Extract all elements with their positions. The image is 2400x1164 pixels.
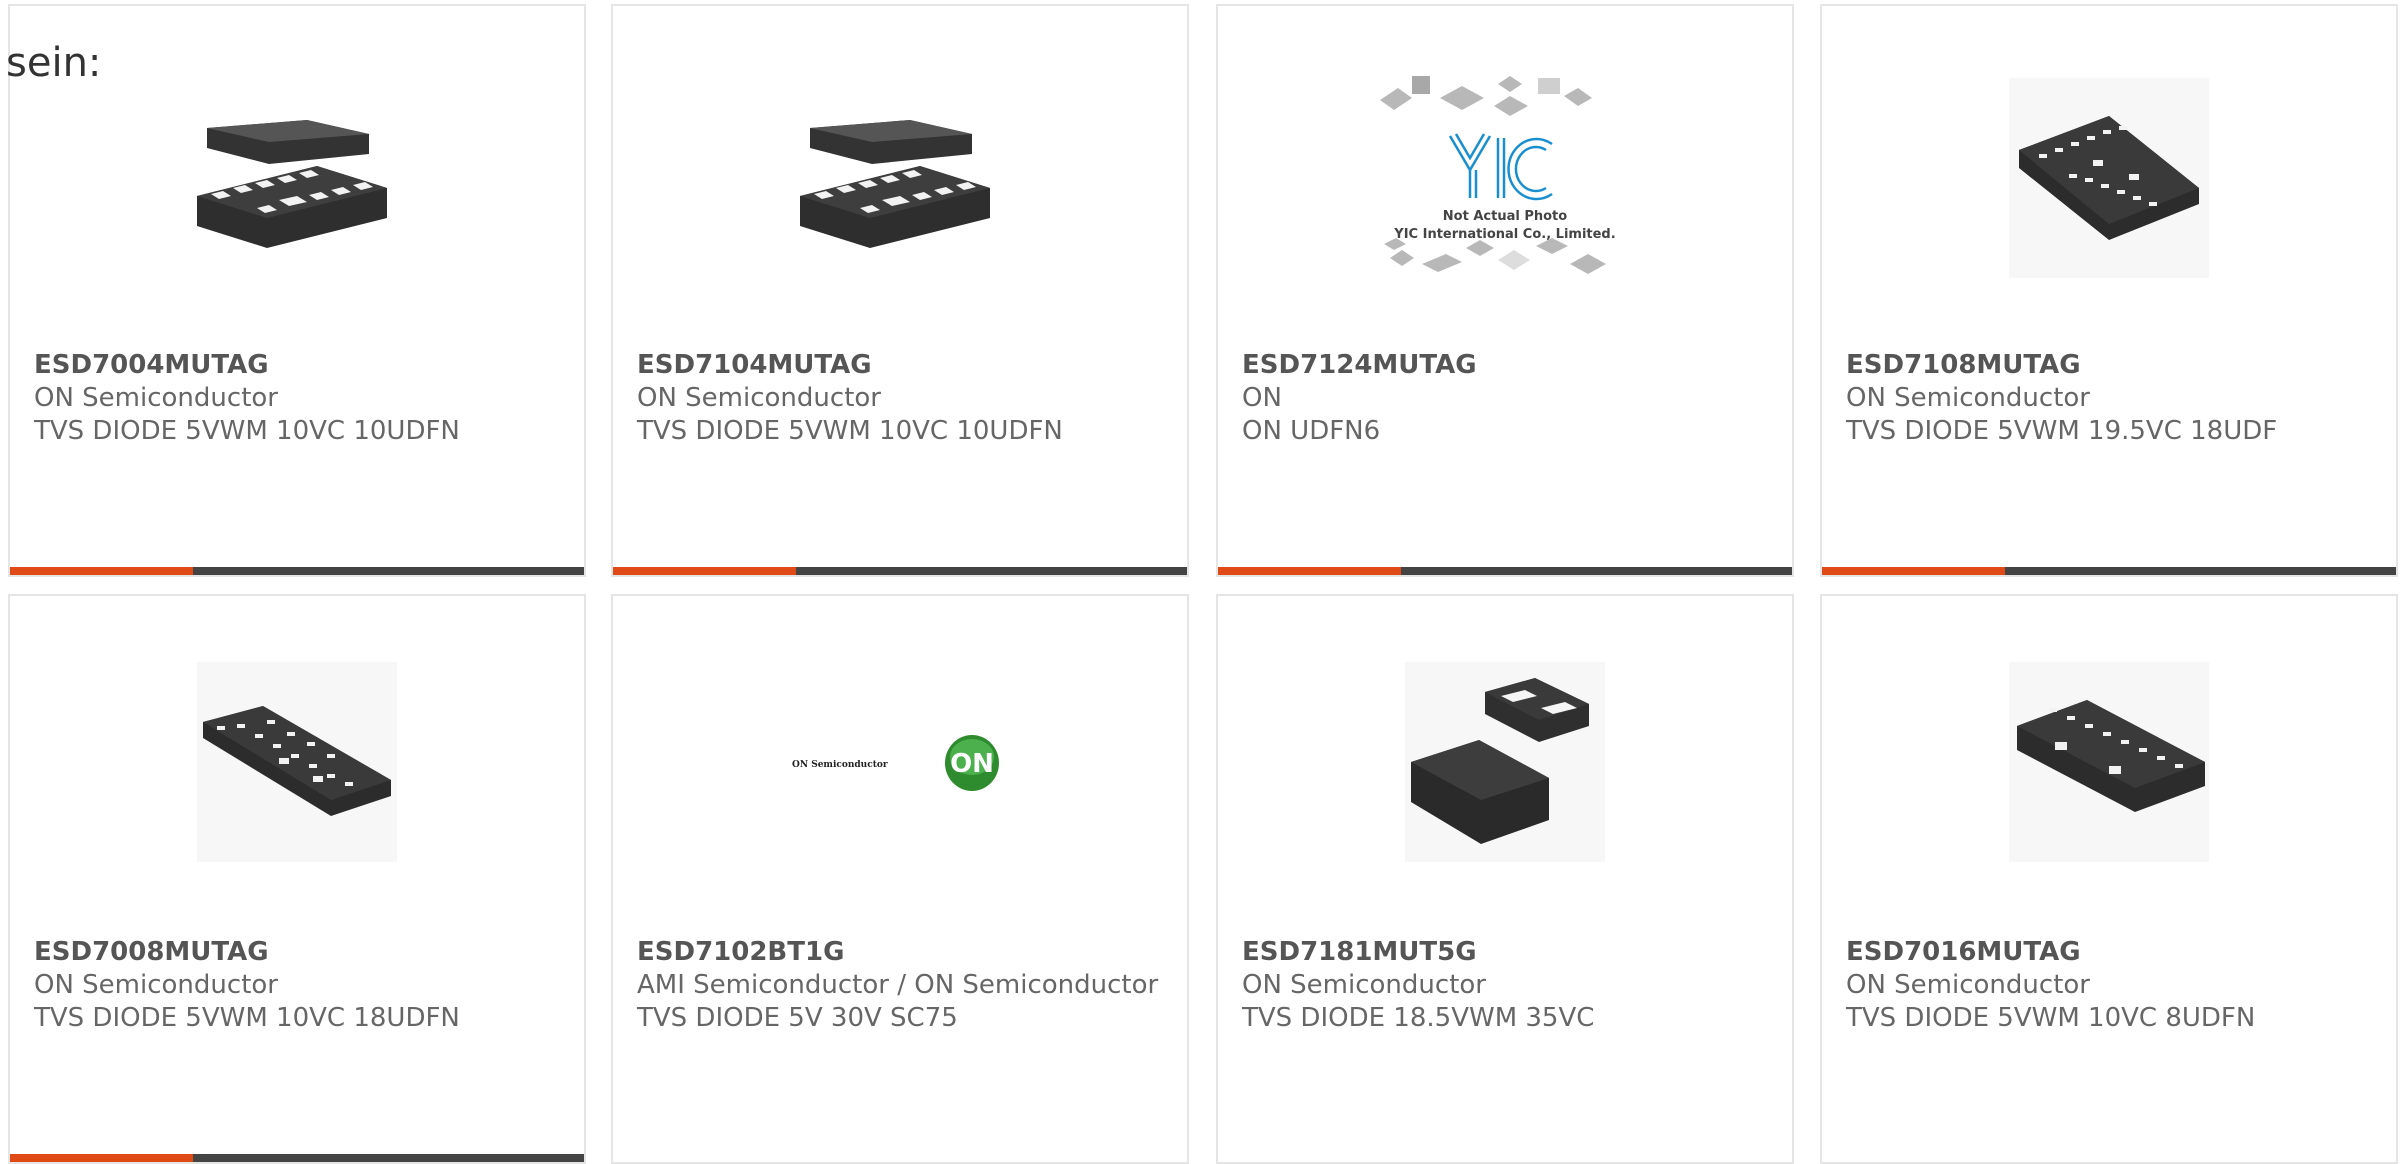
card-bottom-bar [1822, 567, 2396, 575]
description: TVS DIODE 5VWM 19.5VC 18UDF [1846, 416, 2278, 446]
product-card[interactable]: ESD7004MUTAG ON Semiconductor TVS DIODE … [8, 4, 586, 577]
manufacturer: ON [1242, 383, 1282, 413]
description: TVS DIODE 5VWM 10VC 18UDFN [34, 1003, 460, 1033]
manufacturer: ON Semiconductor [34, 383, 278, 413]
card-bar-accent [1822, 567, 2005, 575]
part-number[interactable]: ESD7108MUTAG [1846, 349, 2386, 382]
manufacturer: ON Semiconductor [1846, 970, 2090, 1000]
placeholder-company: YIC International Co., Limited. [1393, 227, 1615, 242]
part-number[interactable]: ESD7016MUTAG [1846, 936, 2386, 969]
part-number[interactable]: ESD7008MUTAG [34, 936, 574, 969]
on-logo-image: ON Semiconductor ON [792, 735, 999, 791]
manufacturer: ON Semiconductor [637, 383, 881, 413]
product-card[interactable]: ESD7104MUTAG ON Semiconductor TVS DIODE … [611, 4, 1189, 577]
two-pad-chip-image [1405, 662, 1605, 862]
description: TVS DIODE 18.5VWM 35VC [1242, 1003, 1595, 1033]
product-card[interactable]: ESD7008MUTAG ON Semiconductor TVS DIODE … [8, 594, 586, 1164]
description: ON UDFN6 [1242, 416, 1381, 446]
product-card[interactable]: ESD7016MUTAG ON Semiconductor TVS DIODE … [1820, 594, 2398, 1164]
product-image[interactable] [10, 652, 584, 872]
product-card[interactable]: ON Semiconductor ON ESD7102BT1G AMI Semi… [611, 594, 1189, 1164]
part-number[interactable]: ESD7181MUT5G [1242, 936, 1782, 969]
card-bottom-bar [1218, 567, 1792, 575]
udfn18-chip-image [197, 662, 397, 862]
product-image[interactable] [613, 68, 1187, 288]
udfn10-chip-image [197, 120, 387, 248]
product-image[interactable]: ON Semiconductor ON [613, 652, 1187, 872]
manufacturer: ON Semiconductor [1846, 383, 2090, 413]
card-bottom-bar [10, 567, 584, 575]
card-bottom-bar [613, 567, 1187, 575]
part-number[interactable]: ESD7102BT1G [637, 936, 1177, 969]
product-image[interactable] [10, 68, 584, 288]
on-semiconductor-wordmark: ON Semiconductor [792, 760, 888, 770]
manufacturer: ON Semiconductor [34, 970, 278, 1000]
on-logo-mark: ON [950, 749, 994, 779]
card-bar-accent [10, 567, 193, 575]
placeholder-caption: Not Actual Photo [1443, 209, 1567, 224]
placeholder-image: Not Actual Photo YIC International Co., … [1380, 76, 1616, 274]
page-heading: sein: [6, 40, 102, 86]
product-card[interactable]: ESD7108MUTAG ON Semiconductor TVS DIODE … [1820, 4, 2398, 577]
product-image[interactable] [1822, 652, 2396, 872]
part-number[interactable]: ESD7004MUTAG [34, 349, 574, 382]
product-image[interactable]: Not Actual Photo YIC International Co., … [1218, 68, 1792, 288]
product-image[interactable] [1822, 68, 2396, 288]
part-number[interactable]: ESD7104MUTAG [637, 349, 1177, 382]
product-image[interactable] [1218, 652, 1792, 872]
description: TVS DIODE 5V 30V SC75 [637, 1003, 958, 1033]
description: TVS DIODE 5VWM 10VC 10UDFN [637, 416, 1063, 446]
udfn18-chip-image [2009, 78, 2209, 278]
card-bottom-bar [10, 1154, 584, 1162]
part-number[interactable]: ESD7124MUTAG [1242, 349, 1782, 382]
card-bar-accent [10, 1154, 193, 1162]
card-bar-accent [613, 567, 796, 575]
description: TVS DIODE 5VWM 10VC 10UDFN [34, 416, 460, 446]
manufacturer: AMI Semiconductor / ON Semiconductor [637, 970, 1159, 1000]
product-card[interactable]: ESD7181MUT5G ON Semiconductor TVS DIODE … [1216, 594, 1794, 1164]
product-card[interactable]: Not Actual Photo YIC International Co., … [1216, 4, 1794, 577]
udfn10-chip-image [800, 120, 990, 248]
description: TVS DIODE 5VWM 10VC 8UDFN [1846, 1003, 2256, 1033]
udfn8-chip-image [2009, 662, 2209, 862]
manufacturer: ON Semiconductor [1242, 970, 1486, 1000]
card-bar-accent [1218, 567, 1401, 575]
